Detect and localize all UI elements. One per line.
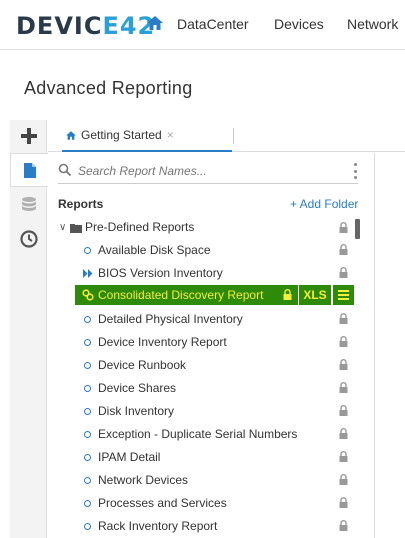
nav-devices[interactable]: Devices [274,16,324,32]
tab-getting-started[interactable]: Getting Started × [62,120,232,152]
page-title: Advanced Reporting [24,78,193,98]
selected-report-row[interactable]: Consolidated Discovery Report [75,285,298,305]
list-item[interactable]: Processes and Services [0,492,370,515]
list-item[interactable]: Network Devices [0,469,370,492]
tab-bar: Getting Started × [48,120,405,152]
database-icon [21,197,36,211]
lock-icon [339,382,348,393]
lock-icon [339,451,348,462]
list-item[interactable]: BIOS Version Inventory [0,262,370,285]
list-item[interactable]: Device Runbook [0,354,370,377]
report-name: Available Disk Space [98,243,211,257]
lock-icon [283,289,292,300]
document-icon [23,162,36,178]
circle-icon [84,247,91,254]
tab-label: Getting Started [81,128,162,142]
list-item[interactable]: Device Shares [0,377,370,400]
report-name: Processes and Services [98,496,227,510]
folder-icon [70,224,82,233]
reports-rail-button[interactable] [10,153,48,187]
circle-icon [84,339,91,346]
list-item[interactable]: IPAM Detail [0,446,370,469]
lock-icon [339,336,348,347]
list-item[interactable]: Device Inventory Report [0,331,370,354]
hamburger-menu-icon[interactable] [333,285,354,305]
lock-icon [339,222,348,233]
report-name: Consolidated Discovery Report [98,288,264,302]
report-name: Exception - Duplicate Serial Numbers [98,427,298,441]
circle-icon [84,500,91,507]
circle-icon [84,362,91,369]
circle-icon [84,477,91,484]
search-icon [58,163,72,177]
lock-icon [339,520,348,531]
add-folder-link[interactable]: + Add Folder [290,197,358,211]
lock-icon [339,405,348,416]
close-icon[interactable]: × [167,128,174,142]
lock-icon [339,267,348,278]
double-chevron-right-icon [83,269,93,278]
export-xls-button[interactable]: XLS [299,285,331,305]
nav-datacenter[interactable]: DataCenter [177,16,249,32]
more-options-icon[interactable] [352,163,358,179]
folder-label: Pre-Defined Reports [85,220,195,234]
lock-icon [339,313,348,324]
report-name: Detailed Physical Inventory [98,312,243,326]
list-item[interactable]: Detailed Physical Inventory [0,308,370,331]
report-name: Device Shares [98,381,177,395]
home-icon[interactable] [146,14,164,32]
circle-icon [84,408,91,415]
list-item[interactable]: Exception - Duplicate Serial Numbers [0,423,370,446]
plus-icon [20,128,37,144]
circle-icon [84,454,91,461]
report-name: BIOS Version Inventory [98,266,223,280]
add-report-button[interactable] [10,120,47,152]
search-input[interactable] [78,161,328,181]
list-item[interactable]: Rack Inventory Report [0,515,370,538]
list-item[interactable]: Disk Inventory [0,400,370,423]
report-name: Device Inventory Report [98,335,227,349]
home-icon [66,130,76,140]
top-navbar: DEVICE42 DataCenter Devices Network [0,0,405,50]
reports-heading: Reports [58,197,104,211]
circle-icon [84,523,91,530]
circle-icon [84,316,91,323]
report-name: IPAM Detail [98,450,161,464]
circle-icon [84,385,91,392]
lock-icon [339,497,348,508]
chevron-down-icon[interactable]: ∨ [59,222,66,233]
nav-network[interactable]: Network [347,16,398,32]
folder-predefined-reports[interactable]: ∨ Pre-Defined Reports [0,217,370,240]
report-name: Device Runbook [98,358,187,372]
device42-logo[interactable]: DEVICE42 [16,12,155,40]
lock-icon [339,474,348,485]
report-name: Rack Inventory Report [98,519,218,533]
search-box [58,158,358,184]
circle-icon [84,431,91,438]
lock-icon [339,244,348,255]
lock-icon [339,359,348,370]
report-name: Disk Inventory [98,404,175,418]
tab-divider [233,128,234,144]
link-icon [82,289,94,301]
list-item[interactable]: Available Disk Space [0,239,370,262]
report-name: Network Devices [98,473,189,487]
lock-icon [339,428,348,439]
